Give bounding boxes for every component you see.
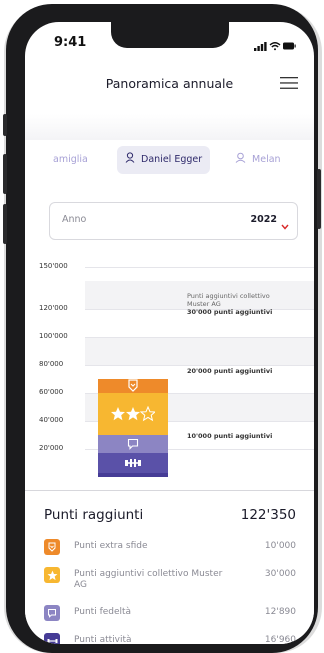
tab-label: Daniel Egger xyxy=(141,154,203,165)
annotation-20000: 20'000 punti aggiuntivi xyxy=(187,367,272,375)
tab-daniel-egger[interactable]: Daniel Egger xyxy=(117,146,211,174)
tab-melanie[interactable]: Melan xyxy=(235,146,281,174)
person-female-icon xyxy=(235,152,246,163)
tab-label: amiglia xyxy=(53,154,88,165)
screen: 9:41 Panoramica annuale amiglia Daniel E… xyxy=(25,22,314,644)
badge-icon xyxy=(44,539,60,555)
points-chart: 150'000 120'000 100'000 80'000 60'000 40'000 2… xyxy=(25,250,314,490)
year-label: Anno xyxy=(62,214,87,225)
row-value: 12'890 xyxy=(264,607,296,617)
row-label: Punti attività xyxy=(74,635,132,644)
chart-band xyxy=(85,337,314,365)
gridline xyxy=(85,365,314,366)
volume-up-button xyxy=(3,154,7,194)
row-label: Punti fedeltà xyxy=(74,607,132,617)
y-tick-label: 150'000 xyxy=(39,262,68,270)
annotation-text: 30'000 punti aggiuntivi xyxy=(187,308,273,316)
app-header: Panoramica annuale xyxy=(25,72,314,104)
wifi-icon xyxy=(269,42,281,51)
summary-title: Punti raggiunti xyxy=(44,507,144,523)
bar-segment-collective[interactable] xyxy=(98,393,168,436)
bar-segment-extra[interactable] xyxy=(98,379,168,394)
volume-down-button xyxy=(3,204,7,244)
tab-famiglia[interactable]: amiglia xyxy=(53,146,88,174)
y-tick-label: 40'000 xyxy=(39,416,64,424)
y-tick-label: 20'000 xyxy=(39,444,64,452)
bar-segment-loyalty[interactable] xyxy=(98,435,168,454)
points-summary: Punti raggiunti 122'350 Punti extra sfid… xyxy=(25,490,314,644)
star-icon xyxy=(44,567,60,583)
status-icons xyxy=(254,37,296,56)
gridline xyxy=(85,337,314,338)
person-icon xyxy=(125,152,135,163)
y-tick-label: 120'000 xyxy=(39,304,68,312)
page-title: Panoramica annuale xyxy=(105,76,234,91)
annotation-text: 20'000 punti aggiuntivi xyxy=(187,367,273,375)
chevron-down-icon xyxy=(281,215,289,234)
annotation-text: Muster AG xyxy=(187,300,221,308)
bar-segment-activity-top[interactable] xyxy=(98,453,168,473)
signal-icon xyxy=(254,42,267,51)
dumbbell-icon xyxy=(44,633,60,644)
annotation-collective: Punti aggiuntivi collettivo Muster AG 30… xyxy=(187,292,272,316)
row-label: Punti aggiuntivi collettivo Muster AG xyxy=(74,569,223,590)
status-time: 9:41 xyxy=(54,35,87,50)
profile-tabs: amiglia Daniel Egger Melan xyxy=(25,146,314,176)
y-tick-label: 100'000 xyxy=(39,332,68,340)
gridline xyxy=(85,267,314,268)
y-tick-label: 60'000 xyxy=(39,388,64,396)
header-shadow xyxy=(25,114,314,140)
status-bar: 9:41 xyxy=(25,35,314,55)
power-button xyxy=(317,169,321,229)
y-tick-label: 80'000 xyxy=(39,360,64,368)
battery-icon xyxy=(283,42,296,50)
year-value: 2022 xyxy=(250,214,277,225)
annotation-text: Punti aggiuntivi collettivo xyxy=(187,292,270,300)
phone-frame: 9:41 Panoramica annuale amiglia Daniel E… xyxy=(3,4,321,653)
row-value: 16'960 xyxy=(264,635,296,644)
row-label: Punti extra sfide xyxy=(74,541,148,551)
hamburger-menu-icon[interactable] xyxy=(280,75,298,94)
tab-label: Melan xyxy=(252,154,281,165)
annotation-text: 10'000 punti aggiuntivi xyxy=(187,432,273,440)
row-value: 10'000 xyxy=(264,541,296,551)
summary-total: 122'350 xyxy=(240,507,296,523)
annotation-10000: 10'000 punti aggiuntivi xyxy=(187,432,272,440)
year-select[interactable]: Anno 2022 xyxy=(49,202,298,240)
chat-icon xyxy=(44,605,60,621)
mute-switch xyxy=(3,114,7,136)
row-value: 30'000 xyxy=(264,569,296,579)
